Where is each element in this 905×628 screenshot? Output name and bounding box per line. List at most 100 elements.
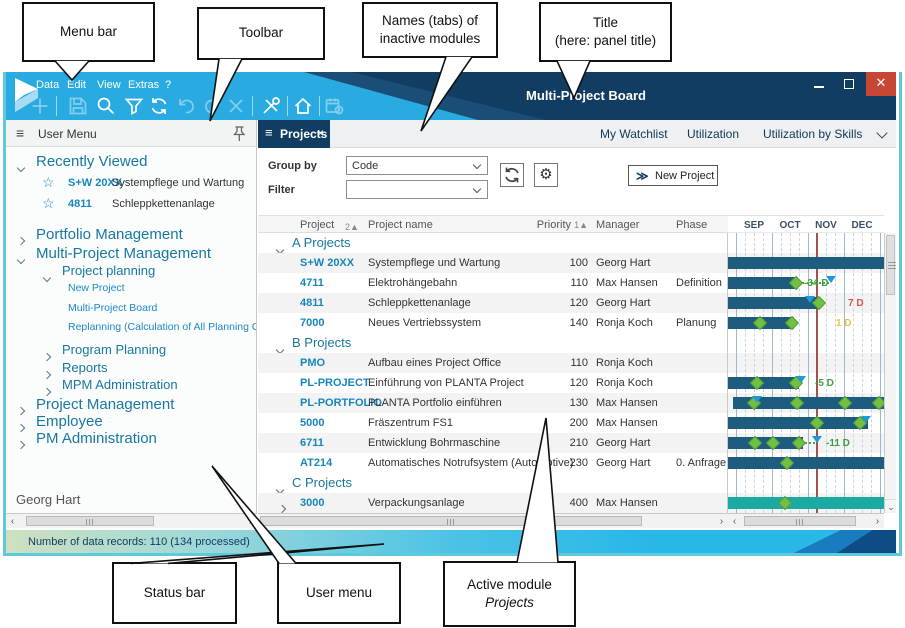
menu-item-data[interactable]: Data [36, 79, 59, 91]
hamburger-icon[interactable]: ≡ [16, 125, 24, 141]
tab-overflow-chevron-icon[interactable] [876, 127, 887, 138]
sidebar-item-reports[interactable]: Reports [62, 360, 108, 375]
project-id[interactable]: PMO [300, 357, 325, 369]
project-id[interactable]: 3000 [300, 497, 324, 509]
tools-icon[interactable] [259, 94, 283, 118]
tab-my-watchlist[interactable]: My Watchlist [600, 127, 668, 141]
vertical-scrollbar[interactable]: ⌄ [884, 233, 896, 513]
chevron-right-icon[interactable] [18, 231, 24, 249]
chevron-right-icon[interactable] [279, 499, 285, 513]
project-id[interactable]: 4711 [300, 277, 324, 289]
group-row-a-projects[interactable]: A Projects [258, 233, 728, 253]
column-header-project-name[interactable]: Project name [368, 219, 433, 231]
table-row-pmo[interactable]: PMOAufbau eines Project Office110Ronja K… [258, 353, 728, 373]
settings-button[interactable]: ⚙ [534, 163, 558, 187]
gantt-hscrollbar-thumb[interactable] [744, 516, 856, 526]
chevron-down-icon[interactable] [18, 158, 24, 176]
tab-utilization[interactable]: Utilization [687, 127, 739, 141]
sidebar-item-program-planning[interactable]: Program Planning [62, 342, 166, 357]
sidebar-hscrollbar-thumb[interactable] [26, 516, 154, 526]
project-id[interactable]: 7000 [300, 317, 324, 329]
gantt-hscrollbar[interactable]: ‹ › [728, 513, 884, 528]
tab-close-icon[interactable]: × [317, 126, 324, 140]
vertical-scrollbar-thumb[interactable] [886, 235, 895, 295]
sidebar-link-multi-project-board[interactable]: Multi-Project Board [68, 302, 157, 314]
column-header-priority[interactable]: Priority 1▲ [530, 219, 588, 231]
gantt-bar-4711[interactable] [728, 277, 798, 289]
scroll-right-arrow[interactable]: › [244, 515, 257, 528]
menu-item-extras[interactable]: Extras [128, 79, 159, 91]
tab-projects-active[interactable]: ≡ Projects × [258, 120, 330, 148]
chevron-right-icon[interactable] [18, 435, 24, 453]
table-row-6711[interactable]: 6711Entwicklung Bohrmaschine210Georg Har… [258, 433, 728, 453]
minimize-button[interactable] [804, 72, 834, 96]
table-row-3000[interactable]: 3000Verpackungsanlage400Max Hansen [258, 493, 728, 513]
sidebar-item-project-planning[interactable]: Project planning [62, 263, 155, 278]
project-id[interactable]: AT214 [300, 457, 332, 469]
menu-item-edit[interactable]: Edit [67, 79, 86, 91]
sidebar-link-new-project[interactable]: New Project [68, 282, 125, 294]
project-id[interactable]: PL-PROJECT [300, 377, 370, 389]
gantt-bar-at214[interactable] [728, 457, 884, 469]
search-icon[interactable] [94, 94, 118, 118]
refresh-icon[interactable] [147, 94, 171, 118]
pin-icon[interactable] [230, 124, 248, 144]
new-project-button[interactable]: ≫ New Project [628, 165, 718, 186]
chevron-down-icon[interactable] [44, 268, 50, 286]
chevron-right-icon[interactable] [18, 418, 24, 436]
gantt-bar-s-w-20xx[interactable] [728, 257, 884, 269]
chevron-right-icon[interactable] [44, 347, 50, 365]
sidebar-hscrollbar[interactable]: ‹ › [6, 513, 257, 528]
favorite-star-icon[interactable]: ☆ [42, 195, 55, 212]
table-row-pl-project[interactable]: PL-PROJECTEinführung von PLANTA Project1… [258, 373, 728, 393]
project-id[interactable]: 5000 [300, 417, 324, 429]
column-header-manager[interactable]: Manager [596, 219, 639, 231]
maximize-button[interactable] [834, 72, 864, 96]
sidebar-item-mpm-administration[interactable]: MPM Administration [62, 377, 178, 392]
gantt-bar-5000[interactable] [728, 417, 868, 429]
filter-icon[interactable] [122, 94, 146, 118]
gantt-bar-3000[interactable] [728, 497, 884, 509]
table-row-s-w-20xx[interactable]: S+W 20XXSystempflege und Wartung100Georg… [258, 253, 728, 273]
menu-item-view[interactable]: View [97, 79, 121, 91]
table-row-7000[interactable]: 7000Neues Vertriebssystem140Ronja KochPl… [258, 313, 728, 333]
column-header-project[interactable]: Project [300, 219, 334, 231]
chevron-down-icon[interactable] [18, 250, 24, 268]
scroll-right-arrow[interactable]: › [871, 515, 884, 528]
tab-utilization-by-skills[interactable]: Utilization by Skills [763, 127, 862, 141]
scroll-down-arrow[interactable]: ⌄ [885, 499, 897, 513]
refresh-button[interactable] [500, 163, 524, 187]
table-row-at214[interactable]: AT214Automatisches Notrufsystem (Automot… [258, 453, 728, 473]
favorite-id-4811[interactable]: 4811 [68, 198, 92, 210]
table-row-pl-portfolio[interactable]: PL-PORTFOLIOPLANTA Portfolio einführen13… [258, 393, 728, 413]
chevron-right-icon[interactable] [18, 401, 24, 419]
chevron-right-icon[interactable] [44, 365, 50, 383]
group-row-c-projects[interactable]: C Projects [258, 473, 728, 493]
table-hscrollbar[interactable]: › [258, 513, 728, 528]
table-row-4811[interactable]: 4811Schleppkettenanlage120Georg Hart [258, 293, 728, 313]
project-id[interactable]: 6711 [300, 437, 324, 449]
close-button[interactable]: ✕ [866, 72, 896, 96]
scroll-right-arrow[interactable]: › [715, 515, 728, 528]
project-id[interactable]: 4811 [300, 297, 324, 309]
table-row-5000[interactable]: 5000Fräszentrum FS1200Max Hansen [258, 413, 728, 433]
sidebar-item-portfolio-management[interactable]: Portfolio Management [36, 226, 183, 243]
sidebar-link-replanning-calculation-of-all-planning-objects-[interactable]: Replanning (Calculation of All Planning … [68, 321, 256, 333]
scroll-left-arrow[interactable]: ‹ [728, 515, 741, 528]
sort-badge-project[interactable]: 2▲ [345, 221, 359, 233]
project-id[interactable]: S+W 20XX [300, 257, 354, 269]
table-row-4711[interactable]: 4711Elektrohängebahn110Max HansenDefinit… [258, 273, 728, 293]
menu-item-[interactable]: ? [165, 79, 171, 91]
sidebar-item-pm-administration[interactable]: PM Administration [36, 430, 157, 447]
favorite-star-icon[interactable]: ☆ [42, 174, 55, 191]
tab-menu-icon[interactable]: ≡ [265, 125, 273, 140]
sidebar-item-employee[interactable]: Employee [36, 413, 103, 430]
sidebar-item-project-management[interactable]: Project Management [36, 396, 174, 413]
column-header-phase[interactable]: Phase [676, 219, 707, 231]
table-hscrollbar-thumb[interactable] [260, 516, 642, 526]
group-row-b-projects[interactable]: B Projects [258, 333, 728, 353]
filter-select[interactable] [346, 180, 488, 199]
scroll-left-arrow[interactable]: ‹ [6, 515, 19, 528]
home-icon[interactable] [291, 94, 315, 118]
sidebar-item-multi-project-management[interactable]: Multi-Project Management [36, 245, 211, 262]
